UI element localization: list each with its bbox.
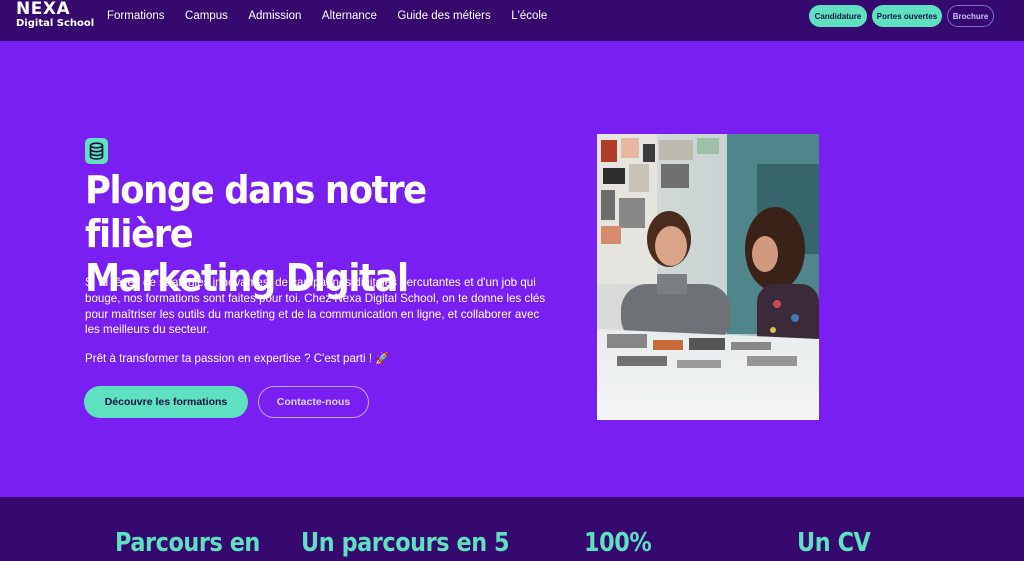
nav-item-campus[interactable]: Campus [185, 9, 228, 23]
discover-formations-button[interactable]: Découvre les formations [84, 386, 248, 418]
stats-section: Parcours en Un parcours en 5 100% Un CV [0, 497, 1024, 561]
nav-item-guide-metiers[interactable]: Guide des métiers [397, 9, 490, 23]
hero-description: Si tu rêves de stratégies innovantes, de… [85, 276, 546, 337]
site-header: NEXA Digital School Formations Campus Ad… [0, 0, 1024, 41]
nav-item-admission[interactable]: Admission [248, 9, 301, 23]
brochure-button[interactable]: Brochure [947, 5, 994, 27]
stat-100: 100% [584, 528, 652, 558]
nexa-logo[interactable]: NEXA Digital School [16, 1, 94, 30]
portes-ouvertes-button[interactable]: Portes ouvertes [872, 5, 942, 27]
stat-parcours: Parcours en [115, 528, 260, 558]
hero-subline: Prêt à transformer ta passion en experti… [85, 352, 390, 365]
nav-item-alternance[interactable]: Alternance [322, 9, 377, 23]
main-nav: Formations Campus Admission Alternance G… [107, 9, 568, 23]
logo-wordmark: NEXA [16, 0, 71, 19]
stat-cv: Un CV [797, 528, 871, 558]
hero-photo [597, 134, 819, 420]
database-icon [85, 138, 108, 164]
nav-item-formations[interactable]: Formations [107, 9, 165, 23]
contact-button[interactable]: Contacte-nous [258, 386, 369, 418]
hero-title-line1: Plonge dans notre filière [85, 168, 427, 256]
stat-parcours-5: Un parcours en 5 [301, 528, 510, 558]
nav-item-ecole[interactable]: L'école [511, 9, 547, 23]
candidature-button[interactable]: Candidature [809, 5, 867, 27]
logo-subtitle: Digital School [16, 18, 95, 29]
